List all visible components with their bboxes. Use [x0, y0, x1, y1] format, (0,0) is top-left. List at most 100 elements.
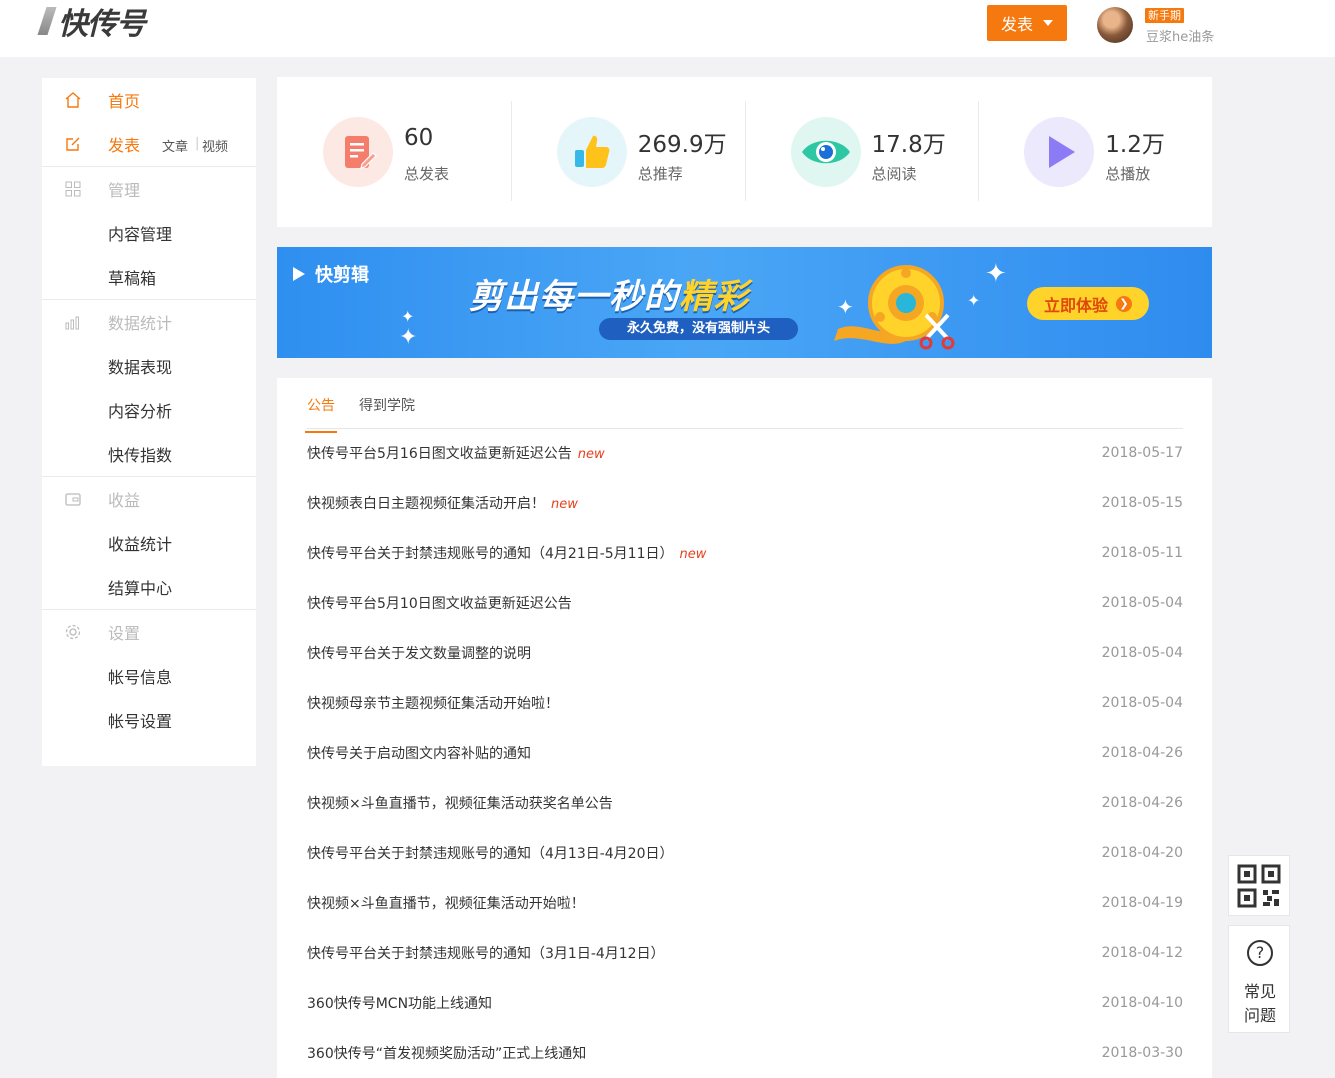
sidebar-item-index[interactable]: 快传指数	[42, 432, 256, 476]
news-title[interactable]: 快传号平台5月10日图文收益更新延迟公告	[307, 596, 572, 612]
logo[interactable]: 快传号	[37, 4, 146, 42]
username[interactable]: 豆浆he油条	[1146, 26, 1214, 45]
news-row[interactable]: 快视频×斗鱼直播节，视频征集活动开始啦！ 2018-04-19	[307, 878, 1183, 928]
news-row[interactable]: 快传号平台关于封禁违规账号的通知（4月13日-4月20日） 2018-04-20	[307, 828, 1183, 878]
stat-value: 17.8万	[871, 132, 946, 158]
news-title-wrap: 快传号平台5月10日图文收益更新延迟公告	[307, 593, 572, 613]
stat-label: 总阅读	[871, 165, 917, 183]
stat-total-plays: 1.2万 总播放	[978, 77, 1212, 227]
banner-headline-highlight: 精彩	[679, 277, 749, 317]
news-date: 2018-04-10	[1101, 995, 1183, 1011]
news-date: 2018-04-12	[1101, 945, 1183, 961]
publish-article-link[interactable]: 文章	[162, 136, 188, 155]
news-title[interactable]: 快传号关于启动图文内容补贴的通知	[307, 746, 531, 762]
faq-button[interactable]: ? 常见 问题	[1228, 925, 1290, 1033]
news-title[interactable]: 快视频×斗鱼直播节，视频征集活动获奖名单公告	[307, 796, 613, 812]
news-title-wrap: 快视频×斗鱼直播节，视频征集活动获奖名单公告	[307, 793, 613, 813]
news-title[interactable]: 快视频表白日主题视频征集活动开启！	[307, 496, 545, 512]
news-title[interactable]: 快传号平台关于封禁违规账号的通知（4月13日-4月20日）	[307, 846, 674, 862]
sidebar-group-settings: 设置 帐号信息 帐号设置	[42, 610, 256, 742]
news-row[interactable]: 360快传号“首发视频奖励活动”正式上线通知 2018-03-30	[307, 1028, 1183, 1078]
sidebar-item-content-manage[interactable]: 内容管理	[42, 211, 256, 255]
news-date: 2018-05-11	[1101, 545, 1183, 561]
news-date: 2018-05-04	[1101, 595, 1183, 611]
qr-code-button[interactable]	[1228, 855, 1290, 916]
news-date: 2018-04-20	[1101, 845, 1183, 861]
sidebar-heading-label: 收益	[108, 491, 141, 510]
new-badge: new	[679, 547, 707, 562]
banner-tag: 永久免费，没有强制片头	[599, 318, 799, 340]
news-title-wrap: 360快传号“首发视频奖励活动”正式上线通知	[307, 1043, 586, 1063]
sidebar-heading-label: 设置	[108, 624, 141, 643]
chevron-down-icon	[1043, 20, 1053, 26]
news-row[interactable]: 快传号平台关于封禁违规账号的通知（3月1日-4月12日） 2018-04-12	[307, 928, 1183, 978]
news-title[interactable]: 快视频母亲节主题视频征集活动开始啦！	[307, 696, 559, 712]
stat-total-recommended: 269.9万 总推荐	[510, 77, 745, 227]
stat-value: 60	[404, 125, 434, 151]
news-row[interactable]: 快传号平台5月16日图文收益更新延迟公告 new 2018-05-17	[307, 428, 1183, 478]
news-title[interactable]: 快传号平台关于封禁违规账号的通知（3月1日-4月12日）	[307, 946, 665, 962]
news-date: 2018-04-26	[1101, 795, 1183, 811]
news-title[interactable]: 快传号平台关于发文数量调整的说明	[307, 646, 531, 662]
news-title-wrap: 快视频母亲节主题视频征集活动开始啦！	[307, 693, 559, 713]
news-title-wrap: 快视频×斗鱼直播节，视频征集活动开始啦！	[307, 893, 585, 913]
stat-total-reads: 17.8万 总阅读	[744, 77, 979, 227]
stat-value: 1.2万	[1105, 132, 1165, 158]
news-row[interactable]: 快视频×斗鱼直播节，视频征集活动获奖名单公告 2018-04-26	[307, 778, 1183, 828]
try-now-label: 立即体验	[1043, 295, 1108, 315]
banner-headline: 剪出每一秒的精彩	[469, 269, 749, 318]
banner-brand-text: 快剪辑	[315, 265, 369, 286]
sidebar-item-settlement[interactable]: 结算中心	[42, 565, 256, 609]
try-now-button[interactable]: 立即体验 ❯	[1027, 287, 1149, 320]
sidebar-item-account-info[interactable]: 帐号信息	[42, 654, 256, 698]
tab-announcements[interactable]: 公告	[305, 395, 337, 433]
publish-video-link[interactable]: 视频	[202, 136, 228, 155]
sidebar-item-publish[interactable]: 发表 文章 | 视频	[42, 122, 256, 166]
sidebar-item-data-performance[interactable]: 数据表现	[42, 344, 256, 388]
sparkle-icon: ✦	[399, 325, 418, 350]
stat-total-published: 60 总发表	[277, 77, 511, 227]
news-row[interactable]: 快传号关于启动图文内容补贴的通知 2018-04-26	[307, 728, 1183, 778]
chevron-right-icon: ❯	[1116, 295, 1132, 312]
level-badge: 新手期	[1145, 8, 1184, 23]
sidebar-item-content-analysis[interactable]: 内容分析	[42, 388, 256, 432]
sidebar-item-income-stats[interactable]: 收益统计	[42, 521, 256, 565]
news-date: 2018-05-15	[1101, 495, 1183, 511]
news-title[interactable]: 360快传号“首发视频奖励活动”正式上线通知	[307, 1046, 586, 1062]
news-date: 2018-04-26	[1101, 745, 1183, 761]
sparkle-icon: ✦	[401, 307, 415, 326]
new-badge: new	[577, 447, 605, 462]
news-title-wrap: 快传号平台关于封禁违规账号的通知（4月13日-4月20日）	[307, 843, 674, 863]
news-title[interactable]: 360快传号MCN功能上线通知	[307, 996, 492, 1012]
news-title[interactable]: 快传号平台5月16日图文收益更新延迟公告	[307, 446, 572, 462]
publish-dropdown-button[interactable]: 发表	[987, 5, 1067, 41]
news-row[interactable]: 快视频母亲节主题视频征集活动开始啦！ 2018-05-04	[307, 678, 1183, 728]
news-row[interactable]: 快传号平台关于封禁违规账号的通知（4月21日-5月11日） new 2018-05-…	[307, 528, 1183, 578]
bar-chart-icon	[65, 316, 79, 330]
news-title[interactable]: 快传号平台关于封禁违规账号的通知（4月21日-5月11日）	[307, 546, 674, 562]
sidebar-heading-income: 收益	[42, 477, 256, 521]
promo-banner[interactable]: 快剪辑 剪出每一秒的精彩 永久免费，没有强制片头 ✦ ✦ ✦ ✦ ✦ 立即体验 …	[277, 247, 1212, 358]
play-icon	[293, 267, 305, 281]
sidebar-item-account-settings[interactable]: 帐号设置	[42, 698, 256, 742]
tab-academy[interactable]: 得到学院	[359, 395, 415, 415]
faq-label-line2: 问题	[1243, 1006, 1276, 1025]
news-row[interactable]: 快传号平台关于发文数量调整的说明 2018-05-04	[307, 628, 1183, 678]
news-row[interactable]: 360快传号MCN功能上线通知 2018-04-10	[307, 978, 1183, 1028]
news-title[interactable]: 快视频×斗鱼直播节，视频征集活动开始啦！	[307, 896, 585, 912]
sidebar-item-drafts[interactable]: 草稿箱	[42, 255, 256, 299]
news-tabs: 公告 得到学院	[305, 378, 1183, 433]
sidebar-item-home[interactable]: 首页	[42, 78, 256, 122]
news-row[interactable]: 快视频表白日主题视频征集活动开启！ new 2018-05-15	[307, 478, 1183, 528]
news-title-wrap: 快视频表白日主题视频征集活动开启！ new	[307, 493, 578, 513]
stat-label: 总推荐	[637, 165, 683, 183]
sidebar-heading-label: 数据统计	[108, 314, 173, 333]
news-row[interactable]: 快传号平台5月10日图文收益更新延迟公告 2018-05-04	[307, 578, 1183, 628]
logo-mark	[37, 7, 57, 35]
sidebar-group-manage: 管理 内容管理 草稿箱	[42, 167, 256, 300]
sidebar-heading-settings: 设置	[42, 610, 256, 654]
announcements-panel: 公告 得到学院 快传号平台5月16日图文收益更新延迟公告 new 2018-05-1…	[277, 378, 1212, 1078]
avatar[interactable]	[1097, 7, 1133, 43]
stats-panel: 60 总发表 269.9万 总推荐 17.8万 总阅读 1.2万 总播放	[277, 77, 1212, 227]
edit-doc-icon	[323, 117, 393, 187]
